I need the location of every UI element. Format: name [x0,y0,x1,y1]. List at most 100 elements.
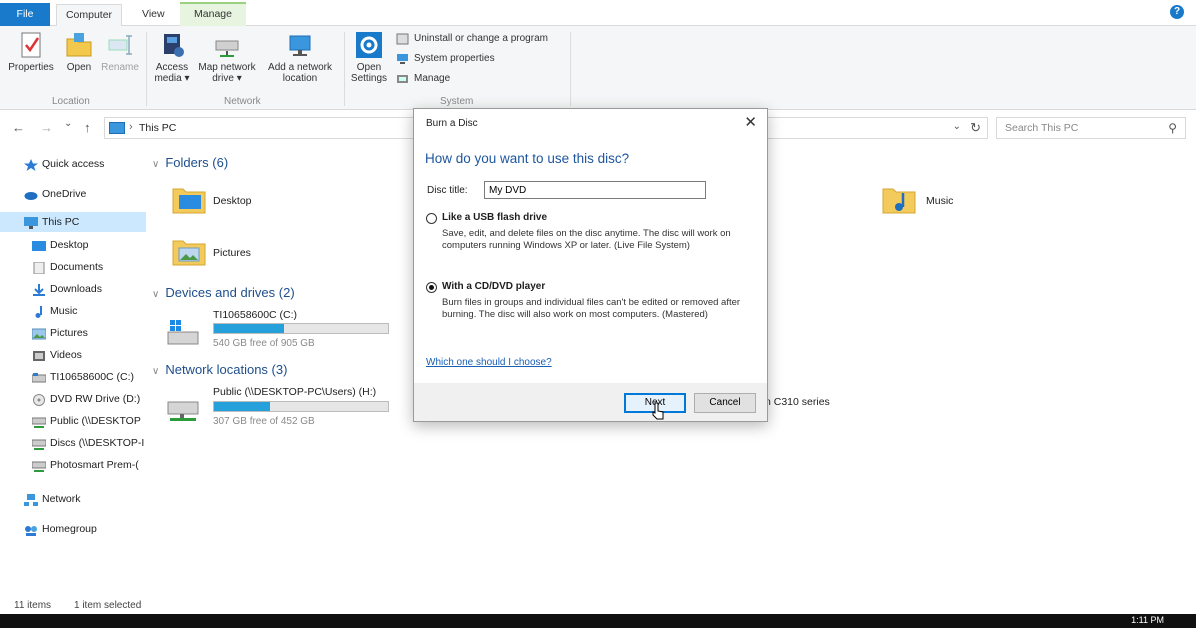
search-input[interactable]: Search This PC ⚲ [996,117,1186,139]
add-location-label-2: location [282,73,318,84]
pictures-folder-icon[interactable] [172,236,206,266]
file-explorer-window: File Computer View Manage ? Properties O… [0,0,1196,628]
devices-section-header[interactable]: ∨ Devices and drives (2) [152,285,295,300]
add-network-location-button[interactable]: Add a network location [262,30,338,84]
uninstall-program-button[interactable]: Uninstall or change a program [396,31,548,47]
system-properties-button[interactable]: System properties [396,51,495,67]
sidebar-item-music[interactable]: Music [0,301,146,321]
collapse-caret-icon[interactable]: ∨ [152,289,159,300]
sidebar-item-network[interactable]: Network [0,489,146,509]
which-one-help-link[interactable]: Which one should I choose? [426,357,552,368]
usb-option-title[interactable]: Like a USB flash drive [442,212,547,223]
up-button[interactable]: ↑ [84,120,91,135]
star-icon [24,158,38,171]
search-icon[interactable]: ⚲ [1168,121,1177,135]
address-dropdown-icon[interactable]: ⌄ [953,121,961,132]
sidebar-item-pictures[interactable]: Pictures [0,323,146,343]
desktop-folder-label[interactable]: Desktop [213,195,252,207]
folders-section-header[interactable]: ∨ Folders (6) [152,155,228,170]
system-group-label: System [440,96,474,107]
music-folder-icon[interactable] [882,184,916,214]
sidebar-item-downloads[interactable]: Downloads [0,279,146,299]
network-group-label: Network [224,96,261,107]
sidebar-item-public-share[interactable]: Public (\\DESKTOP [0,411,146,431]
refresh-icon[interactable]: ↻ [970,120,981,136]
sidebar-item-drive-c[interactable]: TI10658600C (C:) [0,367,146,387]
properties-icon [16,30,46,60]
desktop-folder-icon[interactable] [172,184,206,214]
sidebar-item-photosmart[interactable]: Photosmart Prem-( [0,455,146,475]
network-share-icon[interactable] [166,394,200,424]
pictures-folder-label[interactable]: Pictures [213,247,251,259]
map-network-drive-button[interactable]: Map network drive ▾ [196,30,258,84]
breadcrumb-this-pc[interactable]: This PC [139,122,176,134]
sidebar-item-dvd-drive[interactable]: DVD RW Drive (D:) [0,389,146,409]
sidebar-item-desktop[interactable]: Desktop [0,235,146,255]
drive-c-free-space: 540 GB free of 905 GB [213,338,315,349]
collapse-caret-icon[interactable]: ∨ [152,366,159,377]
public-share-usage-fill [214,402,270,411]
system-properties-label: System properties [414,53,495,64]
drive-c-usage-fill [214,324,284,333]
taskbar-clock[interactable]: 1:11 PM [1131,615,1164,625]
add-location-label: Add a network [268,62,332,73]
manage-label: Manage [414,73,451,84]
rename-button[interactable]: Rename [100,30,140,73]
sidebar-item-label: Desktop [50,239,89,251]
cd-option-description: Burn files in groups and individual file… [442,297,741,320]
rename-label: Rename [101,62,139,73]
music-folder-label[interactable]: Music [926,195,953,207]
cd-dvd-player-radio[interactable] [426,282,437,293]
homegroup-icon [24,523,38,536]
windows-drive-icon[interactable] [166,318,200,348]
open-button[interactable]: Open [60,30,98,73]
help-icon[interactable]: ? [1170,5,1184,19]
open-settings-button[interactable]: Open Settings [348,30,390,84]
manage-button[interactable]: Manage [396,71,450,87]
sidebar-item-discs-share[interactable]: Discs (\\DESKTOP-I [0,433,146,453]
close-icon[interactable]: ✕ [744,113,757,131]
public-share-free-space: 307 GB free of 452 GB [213,416,315,427]
network-locations-section-header[interactable]: ∨ Network locations (3) [152,362,287,377]
dialog-title: Burn a Disc [426,118,478,129]
ribbon-separator [570,32,571,106]
sidebar-item-onedrive[interactable]: OneDrive [0,184,146,204]
sidebar-item-label: Pictures [50,327,88,339]
network-drive-icon [31,459,47,472]
selection-count: 1 item selected [74,600,142,611]
tab-view[interactable]: View [134,4,173,26]
cancel-button[interactable]: Cancel [694,393,756,413]
this-pc-icon [109,122,125,134]
recent-locations-button[interactable]: ⌄ [64,118,72,129]
sidebar-item-homegroup[interactable]: Homegroup [0,519,146,539]
sidebar-item-documents[interactable]: Documents [0,257,146,277]
collapse-caret-icon[interactable]: ∨ [152,159,159,170]
ribbon-separator [344,32,345,106]
access-media-button[interactable]: Access media ▾ [150,30,194,84]
sidebar-item-videos[interactable]: Videos [0,345,146,365]
pictures-icon [31,327,47,340]
download-icon [32,283,46,296]
location-group-label: Location [52,96,90,107]
tab-file[interactable]: File [0,3,50,26]
usb-flash-drive-radio[interactable] [426,213,437,224]
sidebar-item-label: OneDrive [42,188,87,200]
sidebar-item-quick-access[interactable]: Quick access [0,154,146,174]
disc-title-input[interactable] [484,181,706,199]
access-media-label: Access [155,62,189,73]
cd-option-title[interactable]: With a CD/DVD player [442,281,545,292]
tab-manage[interactable]: Manage [180,2,246,26]
sidebar-item-this-pc[interactable]: This PC [0,212,146,232]
rename-icon [105,30,135,60]
drive-c-label[interactable]: TI10658600C (C:) [213,309,297,321]
properties-button[interactable]: Properties [6,30,56,73]
forward-button[interactable]: → [40,120,53,135]
devices-header-label: Devices and drives (2) [165,285,295,300]
tab-computer[interactable]: Computer [56,4,122,26]
back-button[interactable]: ← [12,120,25,135]
open-settings-label: Open [356,62,382,73]
public-share-label[interactable]: Public (\\DESKTOP-PC\Users) (H:) [213,386,376,398]
printer-label-partial[interactable]: n C310 series [765,396,830,408]
item-count: 11 items [14,600,52,611]
sidebar-item-label: Discs (\\DESKTOP-I [50,437,145,449]
